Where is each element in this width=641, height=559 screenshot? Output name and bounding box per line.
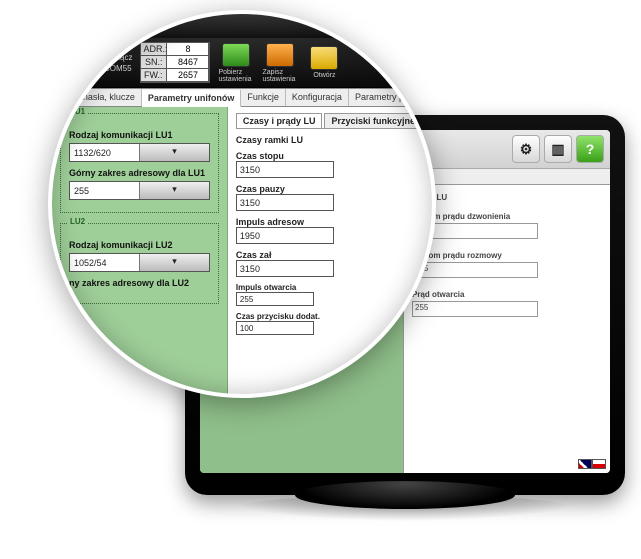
lu1-range-select[interactable]: 255 ▾ bbox=[69, 181, 210, 200]
talk-current-label: Poziom prądu rozmowy bbox=[412, 251, 602, 260]
ring-current-label: Poziom prądu dzwonienia bbox=[412, 212, 602, 221]
chevron-down-icon: ▾ bbox=[139, 144, 209, 161]
fw-label: FW.: bbox=[141, 69, 167, 82]
lu1-legend: LU1 bbox=[67, 107, 88, 116]
lu1-comm-label: Rodzaj komunikacji LU1 bbox=[69, 130, 210, 140]
save-icon bbox=[266, 43, 294, 67]
lu2-comm-select[interactable]: 1052/54 ▾ bbox=[69, 253, 210, 272]
lu2-group: LU2 Rodzaj komunikacji LU2 1052/54 ▾ ny … bbox=[60, 223, 219, 304]
sn-label: SN.: bbox=[141, 56, 167, 69]
device-icon: ▥ bbox=[551, 141, 564, 158]
download-label: Pobierz ustawienia bbox=[218, 69, 254, 83]
open-label: Otwórz bbox=[313, 72, 335, 79]
magnifier-lens: MEvMfd Rozłącz COM55 ADR.:8 SN.:8467 FW.… bbox=[48, 10, 436, 398]
download-icon bbox=[222, 43, 250, 67]
app-icon bbox=[60, 19, 74, 33]
lu2-range-label: ny zakres adresowy dla LU2 bbox=[69, 278, 210, 288]
front-titlebar: MEvMfd bbox=[52, 14, 432, 38]
sub-tab-buttons[interactable]: Przyciski funkcyjne bbox=[324, 113, 422, 128]
adr-value: 8 bbox=[167, 43, 209, 56]
czas-przycisku-input[interactable]: 100 bbox=[236, 321, 314, 335]
czas-stopu-input[interactable]: 3150 bbox=[236, 161, 334, 178]
language-flags[interactable] bbox=[578, 459, 606, 469]
czas-pauzy-input[interactable]: 3150 bbox=[236, 194, 334, 211]
download-settings-button[interactable]: Pobierz ustawienia bbox=[218, 43, 254, 83]
com-port-label: COM55 bbox=[104, 63, 132, 74]
help-icon: ? bbox=[586, 141, 595, 157]
flag-pl-icon[interactable] bbox=[592, 459, 606, 469]
flag-uk-icon[interactable] bbox=[578, 459, 592, 469]
talk-current-input[interactable]: 255 bbox=[412, 262, 538, 278]
impuls-otw-label: Impuls otwarcia bbox=[236, 283, 424, 292]
lu1-range-value: 255 bbox=[70, 186, 139, 196]
lu1-comm-select[interactable]: 1132/620 ▾ bbox=[69, 143, 210, 162]
tab-functions[interactable]: Funkcje bbox=[241, 89, 286, 106]
front-main-tabs: Kody, hasła, klucze Parametry unifonów F… bbox=[52, 88, 432, 107]
back-toolbar-button-1[interactable]: ⚙ bbox=[512, 135, 540, 163]
czas-zal-input[interactable]: 3150 bbox=[236, 260, 334, 277]
lu2-comm-label: Rodzaj komunikacji LU2 bbox=[69, 240, 210, 250]
back-toolbar-button-2[interactable]: ▥ bbox=[544, 135, 572, 163]
monitor-stand bbox=[295, 481, 515, 509]
czas-stopu-label: Czas stopu bbox=[236, 151, 424, 161]
sn-value: 8467 bbox=[167, 56, 209, 69]
chevron-down-icon: ▾ bbox=[139, 182, 209, 199]
lu1-range-label: Górny zakres adresowy dla LU1 bbox=[69, 168, 210, 178]
front-left-panel: LU1 Rodzaj komunikacji LU1 1132/620 ▾ Gó… bbox=[52, 107, 228, 398]
open-current-input[interactable]: 255 bbox=[412, 301, 538, 317]
save-settings-button[interactable]: Zapisz ustawienia bbox=[262, 43, 298, 83]
disconnect-label[interactable]: Rozłącz bbox=[104, 52, 132, 63]
czas-zal-label: Czas zał bbox=[236, 250, 424, 260]
tab-panel-params[interactable]: Parametry paneli bbox=[349, 89, 430, 106]
connection-labels: Rozłącz COM55 bbox=[104, 52, 132, 74]
impuls-input[interactable]: 1950 bbox=[236, 227, 334, 244]
front-control-panel: Rozłącz COM55 ADR.:8 SN.:8467 FW.:2657 P… bbox=[52, 38, 432, 88]
czas-przycisku-label: Czas przycisku dodat. bbox=[236, 312, 424, 321]
frame-times-section: Czasy ramki LU bbox=[236, 135, 424, 145]
connection-tile-icon[interactable] bbox=[62, 46, 96, 80]
lu2-comm-value: 1052/54 bbox=[70, 258, 139, 268]
back-help-button[interactable]: ? bbox=[576, 135, 604, 163]
lu1-group: LU1 Rodzaj komunikacji LU1 1132/620 ▾ Gó… bbox=[60, 113, 219, 213]
front-sub-tabs: Czasy i prądy LU Przyciski funkcyjne bbox=[236, 113, 424, 129]
tab-di[interactable]: Di bbox=[430, 89, 436, 106]
open-button[interactable]: Otwórz bbox=[306, 46, 342, 79]
tab-keys[interactable]: Kody, hasła, klucze bbox=[52, 89, 142, 106]
back-right-title: Prądy LU bbox=[412, 193, 602, 202]
impuls-otw-input[interactable]: 255 bbox=[236, 292, 314, 306]
tab-uniphone-params[interactable]: Parametry unifonów bbox=[142, 90, 242, 107]
tab-config[interactable]: Konfiguracja bbox=[286, 89, 349, 106]
chevron-down-icon: ▾ bbox=[139, 254, 209, 271]
gear-icon: ⚙ bbox=[520, 141, 533, 158]
adr-label: ADR.: bbox=[141, 43, 167, 56]
czas-pauzy-label: Czas pauzy bbox=[236, 184, 424, 194]
impuls-label: Impuls adresow bbox=[236, 217, 424, 227]
fw-value: 2657 bbox=[167, 69, 209, 82]
open-icon bbox=[310, 46, 338, 70]
app-title: MEvMfd bbox=[80, 21, 117, 32]
sub-tab-times[interactable]: Czasy i prądy LU bbox=[236, 113, 323, 128]
device-info-grid: ADR.:8 SN.:8467 FW.:2657 bbox=[140, 42, 210, 83]
save-label: Zapisz ustawienia bbox=[262, 69, 298, 83]
lu2-legend: LU2 bbox=[67, 217, 88, 226]
back-right-panel: Prądy LU Poziom prądu dzwonienia 180 Poz… bbox=[404, 185, 610, 473]
open-current-label: Prąd otwarcia bbox=[412, 290, 602, 299]
lu1-comm-value: 1132/620 bbox=[70, 148, 139, 158]
